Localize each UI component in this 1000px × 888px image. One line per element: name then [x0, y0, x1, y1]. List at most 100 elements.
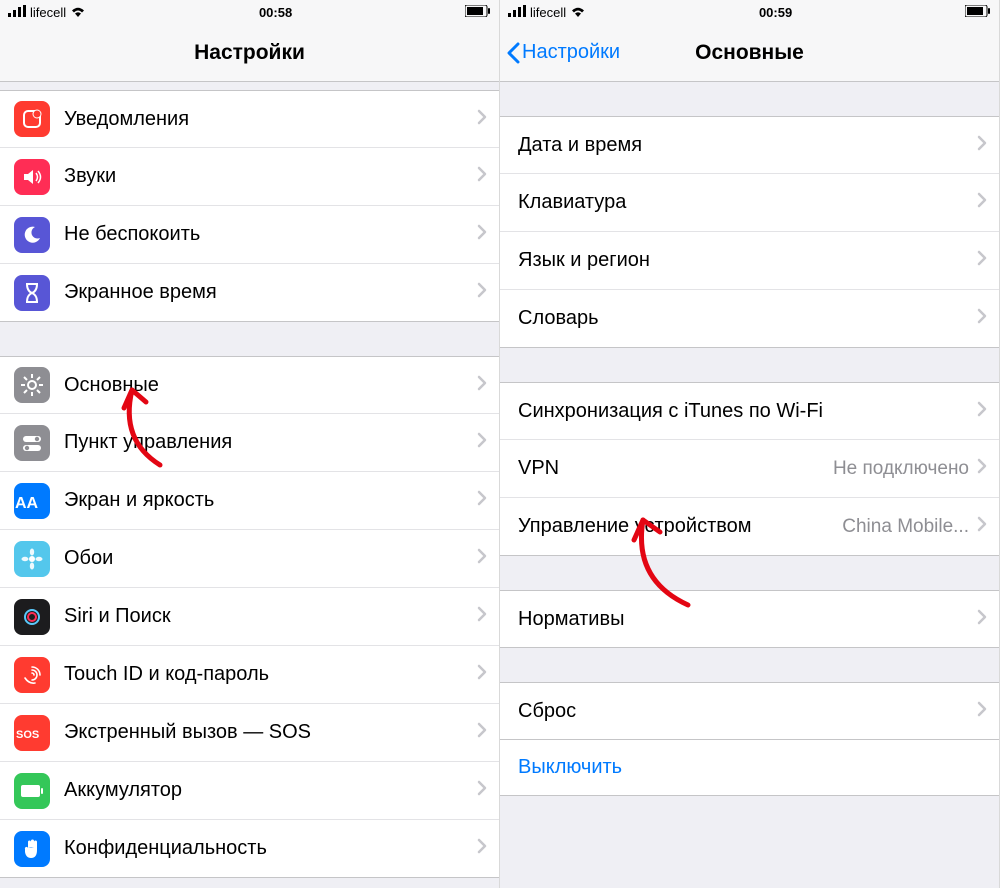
chevron-right-icon [977, 609, 987, 630]
chevron-right-icon [977, 458, 987, 479]
carrier-label: lifecell [30, 5, 66, 20]
row-device-mgmt[interactable]: Управление устройством China Mobile... [500, 498, 999, 556]
row-general[interactable]: Основные [0, 356, 499, 414]
row-battery[interactable]: Аккумулятор [0, 762, 499, 820]
carrier-label: lifecell [530, 5, 566, 20]
clock: 00:59 [759, 5, 792, 20]
chevron-right-icon [977, 250, 987, 271]
chevron-right-icon [477, 722, 487, 743]
row-label: Дата и время [518, 134, 969, 157]
svg-text:SOS: SOS [16, 729, 39, 741]
row-label: Уведомления [64, 108, 469, 131]
row-label: Нормативы [518, 608, 969, 631]
page-title: Настройки [0, 41, 499, 65]
wifi-icon [570, 5, 586, 20]
screentime-icon [14, 275, 50, 311]
screen-general: lifecell 00:59 Настройки Основные Дата и… [500, 0, 1000, 888]
row-regulatory[interactable]: Нормативы [500, 590, 999, 648]
battery-icon [14, 773, 50, 809]
row-label: VPN [518, 457, 825, 480]
screen-settings: lifecell 00:58 Настройки Уведомления Звук… [0, 0, 500, 888]
row-siri[interactable]: Siri и Поиск [0, 588, 499, 646]
svg-text:AA: AA [15, 495, 39, 512]
sos-icon: SOS [14, 715, 50, 751]
row-label: Язык и регион [518, 249, 969, 272]
row-language[interactable]: Язык и регион [500, 232, 999, 290]
row-label: Сброс [518, 700, 969, 723]
chevron-right-icon [477, 224, 487, 245]
clock: 00:58 [259, 5, 292, 20]
row-detail: Не подключено [833, 458, 969, 480]
row-label: Клавиатура [518, 191, 969, 214]
row-sos[interactable]: SOS Экстренный вызов — SOS [0, 704, 499, 762]
row-screentime[interactable]: Экранное время [0, 264, 499, 322]
notifications-icon [14, 101, 50, 137]
back-label: Настройки [522, 41, 620, 64]
row-label: Экстренный вызов — SOS [64, 721, 469, 744]
navbar: Настройки Основные [500, 24, 999, 82]
chevron-right-icon [977, 135, 987, 156]
chevron-right-icon [477, 838, 487, 859]
privacy-icon [14, 831, 50, 867]
wifi-icon [70, 5, 86, 20]
row-vpn[interactable]: VPN Не подключено [500, 440, 999, 498]
general-icon [14, 367, 50, 403]
chevron-right-icon [477, 490, 487, 511]
row-label: Аккумулятор [64, 779, 469, 802]
chevron-right-icon [477, 664, 487, 685]
settings-list[interactable]: Уведомления Звуки Не беспокоить Экранное вр… [0, 82, 499, 888]
row-label: Основные [64, 374, 469, 397]
back-button[interactable]: Настройки [506, 41, 620, 64]
signal-icon [508, 5, 526, 20]
navbar: Настройки [0, 24, 499, 82]
row-dnd[interactable]: Не беспокоить [0, 206, 499, 264]
shutdown-button[interactable]: Выключить [500, 740, 999, 796]
row-label: Синхронизация с iTunes по Wi-Fi [518, 400, 969, 423]
chevron-right-icon [477, 432, 487, 453]
row-touchid[interactable]: Touch ID и код-пароль [0, 646, 499, 704]
row-privacy[interactable]: Конфиденциальность [0, 820, 499, 878]
row-itunes-wifi[interactable]: Синхронизация с iTunes по Wi-Fi [500, 382, 999, 440]
chevron-right-icon [477, 375, 487, 396]
control-center-icon [14, 425, 50, 461]
battery-icon [965, 5, 991, 20]
row-sounds[interactable]: Звуки [0, 148, 499, 206]
row-label: Конфиденциальность [64, 837, 469, 860]
row-wallpaper[interactable]: Обои [0, 530, 499, 588]
row-label: Экранное время [64, 281, 469, 304]
wallpaper-icon [14, 541, 50, 577]
row-label: Словарь [518, 307, 969, 330]
general-list[interactable]: Дата и время Клавиатура Язык и регион Слова… [500, 82, 999, 888]
dnd-icon [14, 217, 50, 253]
chevron-right-icon [477, 780, 487, 801]
row-display[interactable]: AA Экран и яркость [0, 472, 499, 530]
siri-icon [14, 599, 50, 635]
row-notifications[interactable]: Уведомления [0, 90, 499, 148]
chevron-right-icon [477, 109, 487, 130]
signal-icon [8, 5, 26, 20]
row-label: Управление устройством [518, 515, 834, 538]
row-label: Пункт управления [64, 431, 469, 454]
row-dictionary[interactable]: Словарь [500, 290, 999, 348]
row-reset[interactable]: Сброс [500, 682, 999, 740]
chevron-right-icon [477, 548, 487, 569]
display-icon: AA [14, 483, 50, 519]
row-detail: China Mobile... [842, 516, 969, 538]
chevron-right-icon [977, 516, 987, 537]
row-control-center[interactable]: Пункт управления [0, 414, 499, 472]
sounds-icon [14, 159, 50, 195]
shutdown-label: Выключить [518, 756, 622, 778]
row-label: Не беспокоить [64, 223, 469, 246]
row-keyboard[interactable]: Клавиатура [500, 174, 999, 232]
row-label: Siri и Поиск [64, 605, 469, 628]
row-datetime[interactable]: Дата и время [500, 116, 999, 174]
chevron-right-icon [977, 192, 987, 213]
chevron-right-icon [977, 701, 987, 722]
row-label: Звуки [64, 165, 469, 188]
status-bar: lifecell 00:59 [500, 0, 999, 24]
battery-icon [465, 5, 491, 20]
chevron-right-icon [477, 606, 487, 627]
chevron-right-icon [477, 282, 487, 303]
row-label: Touch ID и код-пароль [64, 663, 469, 686]
row-label: Экран и яркость [64, 489, 469, 512]
